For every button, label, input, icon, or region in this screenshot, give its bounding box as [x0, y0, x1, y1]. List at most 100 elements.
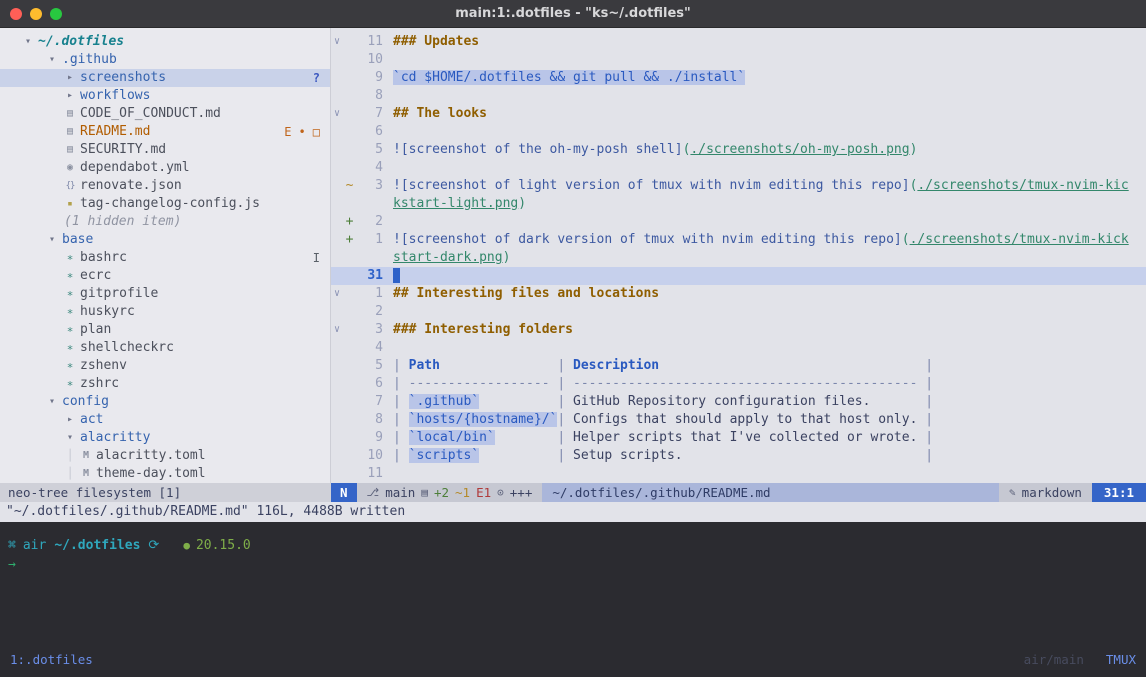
editor-line[interactable]: 9| `local/bin` | Helper scripts that I'v… — [331, 429, 1146, 447]
tree-item-shellcheckrc[interactable]: ∗shellcheckrc — [0, 339, 330, 357]
tree-item-zshenv[interactable]: ∗zshenv — [0, 357, 330, 375]
prompt-host: air — [23, 536, 46, 555]
tree-item-readme-md[interactable]: ▤README.mdE•□ — [0, 123, 330, 141]
tree-dir-alacritty[interactable]: ▾alacritty — [0, 429, 330, 447]
node-icon: ● — [183, 536, 190, 555]
fold-open-icon[interactable]: ∨ — [331, 33, 343, 51]
fold-open-icon[interactable]: ∨ — [331, 285, 343, 303]
arrow-expanded-icon: ▾ — [44, 231, 60, 249]
tree-item-dependabot-yml[interactable]: ◉dependabot.yml — [0, 159, 330, 177]
editor-buffer[interactable]: ∨11### Updates109`cd $HOME/.dotfiles && … — [331, 28, 1146, 483]
editor-line[interactable]: 6 — [331, 123, 1146, 141]
tree-item-huskyrc[interactable]: ∗huskyrc — [0, 303, 330, 321]
tree-item-gitprofile[interactable]: ∗gitprofile — [0, 285, 330, 303]
line-number: 11 — [356, 465, 383, 483]
nvim-area: ▾~/.dotfiles▾.github▸screenshots?▸workfl… — [0, 28, 1146, 522]
node-version: 20.15.0 — [196, 536, 251, 555]
line-text: | Path | Description | — [393, 357, 933, 375]
editor-line[interactable]: +1![screenshot of dark version of tmux w… — [331, 231, 1146, 249]
tree-dir-act[interactable]: ▸act — [0, 411, 330, 429]
tree-item-tag-changelog-config-js[interactable]: ▪tag-changelog-config.js — [0, 195, 330, 213]
editor-line[interactable]: 8| `hosts/{hostname}/`| Configs that sho… — [331, 411, 1146, 429]
tree-dir-screenshots[interactable]: ▸screenshots? — [0, 69, 330, 87]
tree-item-alacritty-toml[interactable]: │Malacritty.toml — [0, 447, 330, 465]
fold-open-icon[interactable]: ∨ — [331, 105, 343, 123]
tree-dir-dotfiles[interactable]: ▾~/.dotfiles — [0, 33, 330, 51]
tree-item-plan[interactable]: ∗plan — [0, 321, 330, 339]
git-added-sign: + — [343, 231, 356, 249]
tree-dir-config[interactable]: ▾config — [0, 393, 330, 411]
cursor-position: 31:1 — [1092, 483, 1146, 502]
zoom-button[interactable] — [50, 8, 62, 20]
editor-line[interactable]: 4 — [331, 339, 1146, 357]
line-number: 4 — [356, 339, 383, 357]
line-number: 5 — [356, 357, 383, 375]
editor-line[interactable]: +2 — [331, 213, 1146, 231]
tree-item-label: screenshots — [78, 69, 166, 87]
sync-icon: ⟳ — [148, 536, 159, 555]
tree-item-code-of-conduct-md[interactable]: ▤CODE_OF_CONDUCT.md — [0, 105, 330, 123]
git-modified-sign: ~ — [343, 177, 356, 195]
tree-item-theme-day-toml[interactable]: │Mtheme-day.toml — [0, 465, 330, 483]
editor-line[interactable]: kstart-light.png) — [331, 195, 1146, 213]
editor-line[interactable]: 5![screenshot of the oh-my-posh shell](.… — [331, 141, 1146, 159]
fold-open-icon[interactable]: ∨ — [331, 321, 343, 339]
command-line: "~/.dotfiles/.github/README.md" 116L, 44… — [0, 502, 1146, 522]
line-number: 9 — [356, 69, 383, 87]
line-number: 2 — [356, 213, 383, 231]
window-title: main:1:.dotfiles - "ks~/.dotfiles" — [455, 6, 691, 21]
tree-item-zshrc[interactable]: ∗zshrc — [0, 375, 330, 393]
editor-line[interactable]: ~3![screenshot of light version of tmux … — [331, 177, 1146, 195]
editor-line[interactable]: 9`cd $HOME/.dotfiles && git pull && ./in… — [331, 69, 1146, 87]
line-number: 4 — [356, 159, 383, 177]
editor-line[interactable]: 6| ------------------ | ----------------… — [331, 375, 1146, 393]
tree-dir-workflows[interactable]: ▸workflows — [0, 87, 330, 105]
editor-line[interactable]: ∨3### Interesting folders — [331, 321, 1146, 339]
tree-item-renovate-json[interactable]: {}renovate.json — [0, 177, 330, 195]
editor-line[interactable]: 10 — [331, 51, 1146, 69]
tree-indent-guide: │ — [62, 465, 78, 483]
tree-item-1-hidden-item[interactable]: (1 hidden item) — [0, 213, 330, 231]
file-tree[interactable]: ▾~/.dotfiles▾.github▸screenshots?▸workfl… — [0, 28, 331, 483]
editor-line[interactable]: ∨11### Updates — [331, 33, 1146, 51]
editor-line[interactable]: 10| `scripts` | Setup scripts. | — [331, 447, 1146, 465]
editor-line[interactable]: 4 — [331, 159, 1146, 177]
line-number: 7 — [356, 393, 383, 411]
tree-item-ecrc[interactable]: ∗ecrc — [0, 267, 330, 285]
line-text — [393, 267, 400, 285]
editor-line[interactable]: 8 — [331, 87, 1146, 105]
markdown-file-icon: ▤ — [62, 105, 78, 123]
shell-file-icon: ∗ — [62, 267, 78, 285]
tree-dir-base[interactable]: ▾base — [0, 231, 330, 249]
diag-badge: E — [284, 123, 291, 141]
line-text: ### Updates — [393, 33, 479, 51]
tree-item-security-md[interactable]: ▤SECURITY.md — [0, 141, 330, 159]
editor-line[interactable]: ∨1## Interesting files and locations — [331, 285, 1146, 303]
branch-name: main — [385, 485, 415, 500]
tree-dir-github[interactable]: ▾.github — [0, 51, 330, 69]
editor-line[interactable]: ∨7## The looks — [331, 105, 1146, 123]
traffic-lights — [10, 8, 62, 20]
terminal-shell[interactable]: ⌘ air ~/.dotfiles ⟳ ● 20.15.0 → 1:.dotfi… — [0, 522, 1146, 677]
tmux-session[interactable]: 1:.dotfiles — [10, 652, 93, 667]
editor-line[interactable]: 5 | Path | Description | — [331, 357, 1146, 375]
file-path: ~/.dotfiles/.github/README.md — [542, 483, 999, 502]
arrow-expanded-icon: ▾ — [62, 429, 78, 447]
editor-line[interactable]: 11 — [331, 465, 1146, 483]
tree-item-bashrc[interactable]: ∗bashrcI — [0, 249, 330, 267]
mode-indicator: N — [331, 483, 357, 502]
line-text: | `scripts` | Setup scripts. | — [393, 447, 933, 465]
tree-item-label: alacritty — [78, 429, 150, 447]
close-button[interactable] — [10, 8, 22, 20]
tree-item-label: tag-changelog-config.js — [78, 195, 260, 213]
arrow-expanded-icon: ▾ — [44, 393, 60, 411]
arrow-collapsed-icon: ▸ — [62, 87, 78, 105]
minimize-button[interactable] — [30, 8, 42, 20]
editor-line[interactable]: start-dark.png) — [331, 249, 1146, 267]
tree-item-label: shellcheckrc — [78, 339, 174, 357]
editor-line[interactable]: 31 — [331, 267, 1146, 285]
editor-line[interactable]: 7| `.github` | GitHub Repository configu… — [331, 393, 1146, 411]
line-text: start-dark.png) — [393, 249, 510, 267]
line-text: ![screenshot of the oh-my-posh shell](./… — [393, 141, 917, 159]
editor-line[interactable]: 2 — [331, 303, 1146, 321]
